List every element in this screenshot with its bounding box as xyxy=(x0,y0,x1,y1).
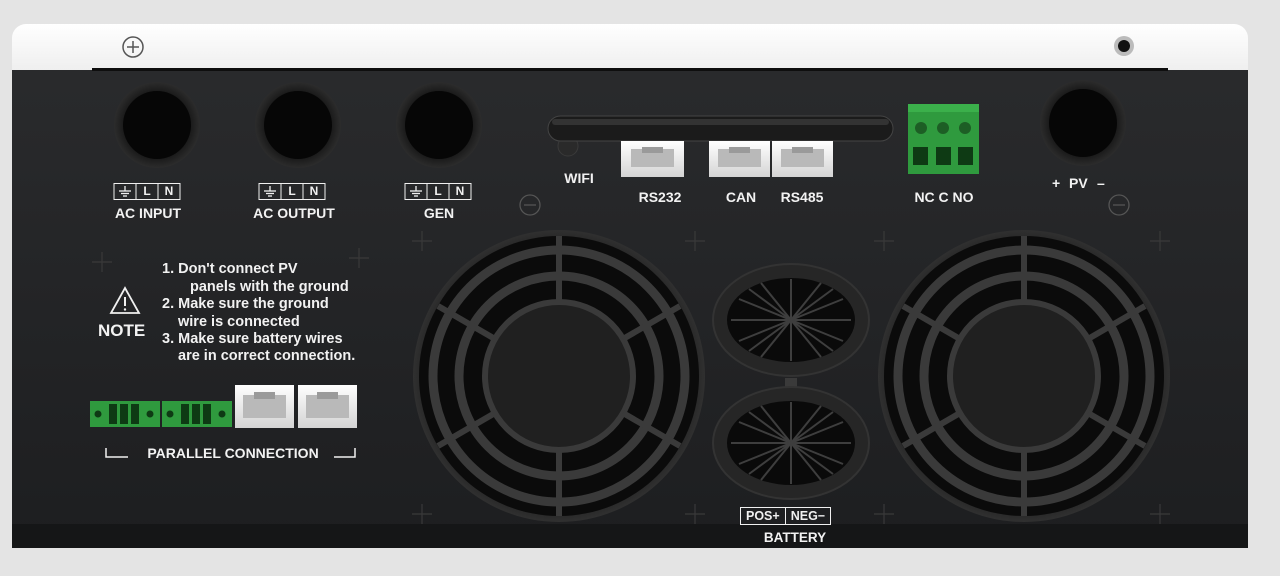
fan-grille-icon xyxy=(413,230,705,522)
parallel-rj45-port xyxy=(235,385,357,428)
screw-icon xyxy=(1108,194,1130,216)
rs232-port xyxy=(621,141,684,177)
ac-input-label: AC INPUT xyxy=(114,205,182,221)
battery-pos-label: POS+ xyxy=(746,509,780,523)
indicator-hole-icon xyxy=(1114,36,1134,56)
ac-output-terminal-labels: L N xyxy=(258,183,326,200)
inverter-device: L N AC INPUT L N AC OUTPUT L N GEN WIFI … xyxy=(12,24,1248,548)
ac-output-label: AC OUTPUT xyxy=(253,205,335,221)
ac-input-terminal-labels: L N xyxy=(113,183,181,200)
rs485-label: RS485 xyxy=(780,189,824,205)
gen-gland xyxy=(396,82,482,168)
ground-icon xyxy=(406,184,427,199)
note-line: 2. Make sure the ground xyxy=(162,296,329,312)
battery-terminal-icon xyxy=(712,263,870,377)
note-line: 3. Make sure battery wires xyxy=(162,331,343,347)
rs485-port xyxy=(772,141,833,177)
note-line: 1. Don't connect PV xyxy=(162,261,298,277)
ac-output-gland xyxy=(255,82,341,168)
pv-minus-label: – xyxy=(1097,175,1105,191)
fan-grille-icon xyxy=(878,230,1170,522)
ground-icon xyxy=(260,184,281,199)
rs232-label: RS232 xyxy=(638,189,682,205)
screw-icon xyxy=(122,36,144,58)
note-title: NOTE xyxy=(98,321,146,340)
screw-icon xyxy=(519,194,541,216)
gen-terminal-labels: L N xyxy=(404,183,472,200)
parallel-connection-label: PARALLEL CONNECTION xyxy=(147,445,319,461)
ac-input-gland xyxy=(114,82,200,168)
battery-polarity-labels: POS+ NEG− xyxy=(740,507,832,525)
pv-plus-label: + xyxy=(1052,175,1061,191)
note-line: are in correct connection. xyxy=(178,348,356,364)
ground-icon xyxy=(115,184,136,199)
warning-icon xyxy=(109,286,141,314)
can-port xyxy=(709,141,770,177)
battery-terminal-icon xyxy=(712,386,870,500)
pv-label: PV xyxy=(1069,175,1088,191)
note-line: wire is connected xyxy=(178,314,300,330)
relay-label: NC C NO xyxy=(914,189,974,205)
gen-label: GEN xyxy=(423,205,455,221)
wifi-label: WIFI xyxy=(564,170,594,186)
parallel-terminal xyxy=(90,401,232,427)
can-label: CAN xyxy=(725,189,757,205)
dry-contact-terminal xyxy=(908,104,979,174)
battery-neg-label: NEG− xyxy=(784,508,830,524)
note-line: panels with the ground xyxy=(190,279,349,295)
pv-gland xyxy=(1040,80,1126,166)
product-view: L N AC INPUT L N AC OUTPUT L N GEN WIFI … xyxy=(0,0,1280,576)
battery-label: BATTERY xyxy=(763,530,827,545)
